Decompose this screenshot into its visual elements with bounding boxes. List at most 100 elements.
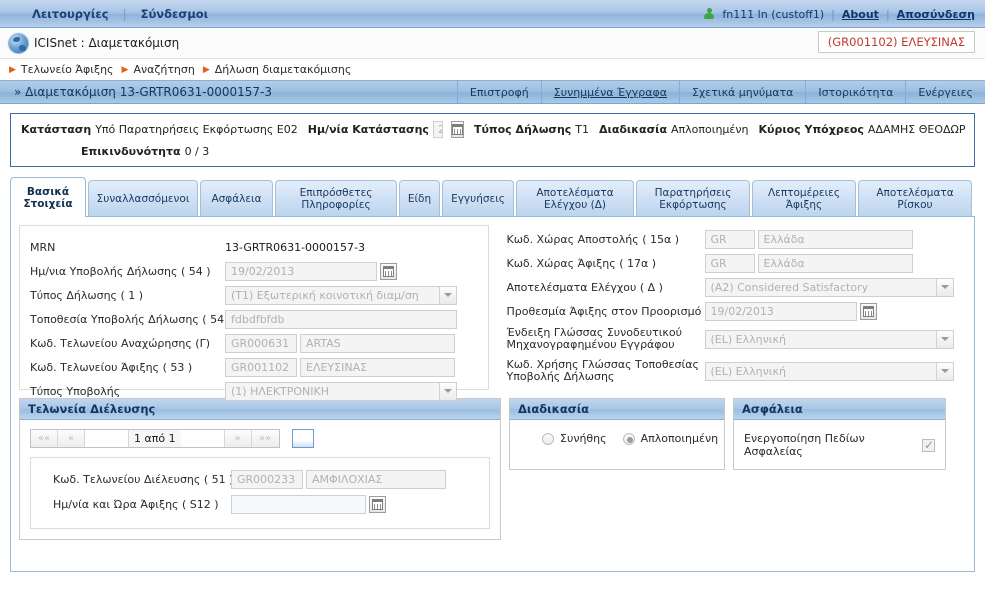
divider: | — [831, 7, 835, 21]
chevron-down-icon[interactable] — [439, 286, 456, 304]
action-return[interactable]: Επιστροφή — [456, 81, 541, 103]
status-label: Κατάσταση — [21, 123, 92, 136]
radio-normal-label: Συνήθης — [560, 432, 607, 445]
top-menu-bar: Λειτουργίες | Σύνδεσμοι fn111 ln (custof… — [0, 0, 985, 28]
menu-item-links[interactable]: Σύνδεσμοι — [127, 7, 223, 21]
submission-date-input[interactable]: 19/02/2013 — [225, 261, 377, 281]
arrival-office-name-input[interactable]: ΕΛΕΥΣΙΝΑΣ — [300, 357, 455, 377]
action-bar: » Διαμετακόμιση 13-GRTR0631-0000157-3 Επ… — [0, 80, 985, 104]
arrival-datetime-input[interactable] — [231, 494, 366, 514]
field-arrival-datetime: Ημ/νία και Ώρα Άφιξης ( S12 ) — [53, 493, 479, 515]
place-language-value: (EL) Ελληνική — [710, 364, 786, 378]
pagination-right-field[interactable] — [180, 430, 225, 447]
holder-value: ΑΔΑΜΗΣ ΘΕΟΔΩΡ — [867, 123, 966, 136]
transit-office-name-input[interactable]: ΑΜΦΙΛΟΧΙΑΣ — [306, 469, 446, 489]
departure-office-name-input[interactable]: ARTAS — [300, 333, 455, 353]
chevron-down-icon[interactable] — [935, 362, 953, 380]
pagination-left-field[interactable] — [85, 430, 129, 447]
security-checkbox[interactable] — [922, 438, 935, 452]
menu-item-functions[interactable]: Λειτουργίες — [18, 7, 123, 21]
calendar-icon[interactable] — [380, 262, 397, 280]
submission-date-input-group: 19/02/2013 — [225, 261, 397, 281]
pagination-last-button[interactable]: »» — [251, 430, 279, 447]
tab-control-results[interactable]: Αποτελέσματα Ελέγχου (Δ) — [516, 180, 634, 216]
submission-place-label: Τοποθεσία Υποβολής Δήλωσης ( 54 ) — [30, 312, 232, 326]
status-row-risk: Επικινδυνότητα 0 / 3 — [21, 145, 964, 158]
action-attached-documents[interactable]: Συνημμένα Έγγραφα — [540, 81, 679, 103]
pagination-prev-button[interactable]: « — [58, 430, 85, 447]
breadcrumb-item-search[interactable]: Αναζήτηση — [133, 63, 194, 76]
mrn-value: 13-GRTR0631-0000157-3 — [225, 240, 366, 254]
tab-security[interactable]: Ασφάλεια — [200, 180, 273, 216]
arrival-country-code-input[interactable]: GR — [704, 253, 755, 273]
tab-guarantees[interactable]: Εγγυήσεις — [442, 180, 514, 216]
document-language-select[interactable]: (EL) Ελληνική — [704, 329, 954, 349]
submission-type-select[interactable]: (1) ΗΛΕΚΤΡΟΝΙΚΗ — [225, 381, 457, 401]
breadcrumb-item-transit-declaration[interactable]: Δήλωση διαμετακόμισης — [215, 63, 352, 76]
pagination-control: «« « 1 από 1 » »» — [30, 429, 490, 448]
add-record-button[interactable] — [291, 429, 314, 448]
tab-risk-results[interactable]: Αποτελέσματα Ρίσκου — [858, 180, 972, 216]
logout-link[interactable]: Αποσύνδεση — [897, 8, 975, 21]
control-results-label: Αποτελέσματα Ελέγχου ( Δ ) — [506, 280, 663, 294]
control-results-select[interactable]: (A2) Considered Satisfactory — [704, 277, 954, 297]
action-history[interactable]: Ιστορικότητα — [805, 81, 905, 103]
submission-place-input[interactable]: fdbdfbfdb — [225, 309, 457, 329]
declaration-type-label: Τύπος Δήλωσης — [473, 123, 572, 136]
risk-label: Επικινδυνότητα — [81, 145, 181, 158]
action-related-messages[interactable]: Σχετικά μηνύματα — [678, 81, 805, 103]
procedure-body: Συνήθης Απλοποιημένη — [510, 420, 724, 455]
status-date-label: Ημ/νία Κατάστασης — [307, 123, 429, 136]
about-link[interactable]: About — [842, 8, 879, 21]
breadcrumb-item-arrival-office[interactable]: Τελωνείο Άφιξης — [21, 63, 114, 76]
customs-office-badge: (GR001102) ΕΛΕΥΣΙΝΑΣ — [817, 31, 975, 53]
field-transit-office: Κωδ. Τελωνείου Διέλευσης ( 51 ) GR000233… — [53, 468, 479, 490]
transit-offices-title: Τελωνεία Διέλευσης — [20, 399, 500, 420]
risk-value: 0 / 3 — [184, 145, 210, 158]
chevron-down-icon[interactable] — [935, 278, 953, 296]
arrival-deadline-input[interactable]: 19/02/2013 — [704, 301, 857, 321]
radio-simplified[interactable] — [622, 432, 635, 445]
chevron-down-icon[interactable] — [935, 330, 953, 348]
right-group-box: Κωδ. Χώρας Αποστολής ( 15α ) GR Ελλάδα Κ… — [496, 225, 966, 390]
pagination-next-button[interactable]: » — [224, 430, 252, 447]
tab-basic-data[interactable]: Βασικά Στοιχεία — [10, 177, 86, 217]
declaration-type-select[interactable]: (T1) Εξωτερική κοινοτική διαμ/ση — [225, 285, 457, 305]
arrival-office-code-input[interactable]: GR001102 — [225, 357, 297, 377]
tab-additional-information[interactable]: Επιπρόσθετες Πληροφορίες — [275, 180, 397, 216]
arrival-deadline-input-group: 19/02/2013 — [704, 301, 877, 321]
calendar-icon[interactable] — [369, 495, 386, 513]
calendar-icon[interactable] — [859, 302, 877, 320]
submission-type-value: (1) ΗΛΕΚΤΡΟΝΙΚΗ — [231, 384, 330, 398]
field-submission-date: Ημ/νια Υποβολής Δήλωσης ( 54 ) 19/02/201… — [30, 260, 478, 282]
radio-simplified-label: Απλοποιημένη — [640, 432, 719, 445]
place-language-select[interactable]: (EL) Ελληνική — [704, 361, 954, 381]
application-window: Λειτουργίες | Σύνδεσμοι fn111 ln (custof… — [0, 0, 985, 611]
tab-goods[interactable]: Είδη — [399, 180, 440, 216]
pagination-first-button[interactable]: «« — [31, 430, 58, 447]
globe-icon — [8, 32, 29, 54]
tab-unloading-remarks[interactable]: Παρατηρήσεις Εκφόρτωσης — [636, 180, 750, 216]
transit-office-code-input[interactable]: GR000233 — [231, 469, 303, 489]
radio-normal[interactable] — [542, 432, 554, 445]
dispatch-country-code-input[interactable]: GR — [704, 229, 755, 249]
username-label: fn111 ln (custoff1) — [722, 7, 825, 21]
arrival-office-label: Κωδ. Τελωνείου Άφιξης ( 53 ) — [30, 360, 193, 374]
dispatch-country-name-input[interactable]: Ελλάδα — [757, 229, 913, 249]
tab-traders[interactable]: Συναλλασσόμενοι — [88, 180, 198, 216]
action-actions[interactable]: Ενέργειες — [905, 81, 985, 103]
document-language-label: Ένδειξη Γλώσσας Συνοδευτικού Μηχανογραφη… — [506, 326, 683, 351]
security-panel: Ασφάλεια Ενεργοποίηση Πεδίων Ασφαλείας — [733, 398, 946, 470]
procedure-title: Διαδικασία — [510, 399, 724, 420]
chevron-down-icon[interactable] — [439, 382, 456, 400]
arrival-country-name-input[interactable]: Ελλάδα — [757, 253, 913, 273]
procedure-label: Διαδικασία — [599, 123, 667, 136]
pagination-inner: «« « 1 από 1 » »» — [30, 429, 280, 448]
tab-arrival-details[interactable]: Λεπτομέρειες Άφιξης — [752, 180, 856, 216]
form-column-right: Κωδ. Χώρας Αποστολής ( 15α ) GR Ελλάδα Κ… — [496, 225, 966, 390]
status-date-field[interactable]: 21/02/2013 17:48 — [432, 121, 443, 138]
departure-office-input-group: GR000631 ARTAS — [225, 333, 455, 353]
transit-offices-panel: Τελωνεία Διέλευσης «« « 1 από 1 » »» Κωδ… — [19, 398, 501, 540]
calendar-icon[interactable] — [450, 121, 464, 138]
departure-office-code-input[interactable]: GR000631 — [225, 333, 297, 353]
